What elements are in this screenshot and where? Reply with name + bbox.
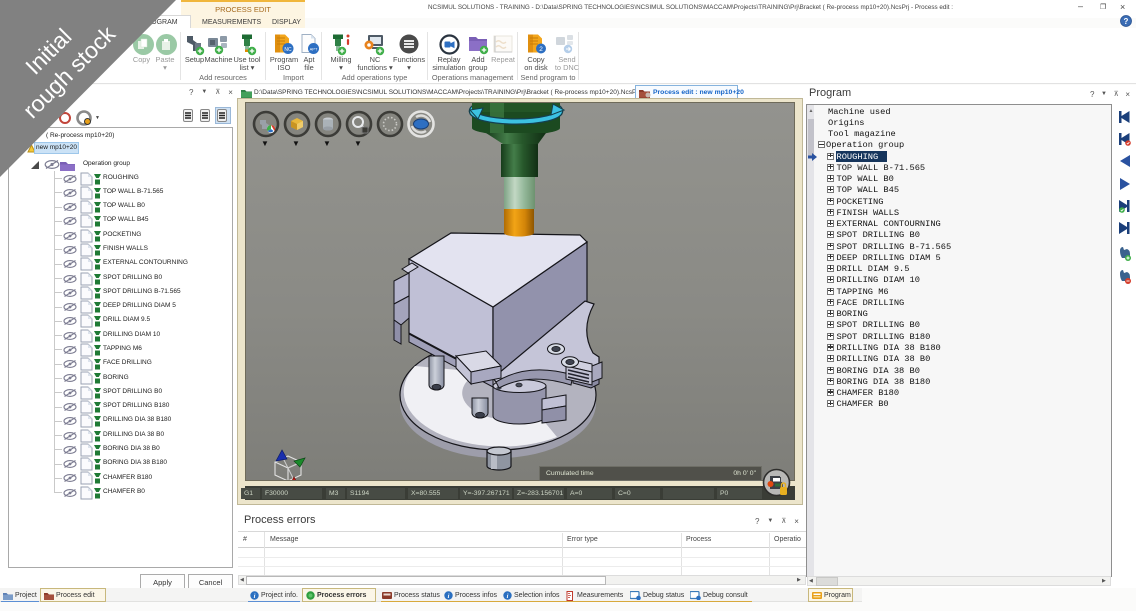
svg-text:2: 2 [539,46,543,53]
svg-text:APT: APT [310,47,318,52]
svg-text:i: i [254,593,256,600]
svg-text:?: ? [1124,17,1129,26]
svg-text:i: i [448,593,450,600]
svg-text:NC: NC [284,47,292,53]
svg-text:i: i [507,593,509,600]
